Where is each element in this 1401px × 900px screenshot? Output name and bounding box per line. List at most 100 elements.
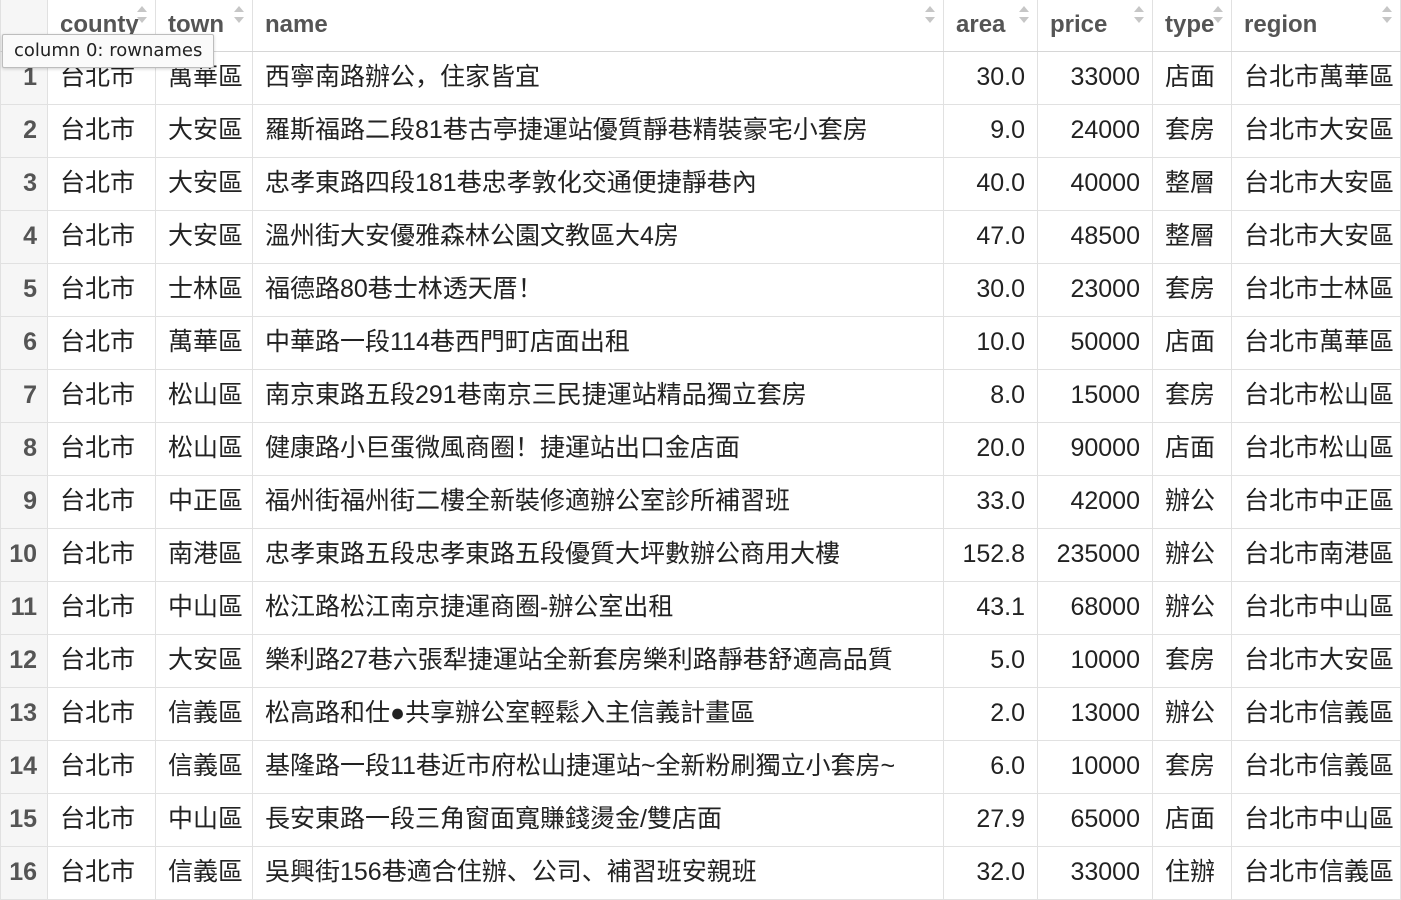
cell-county: 台北市: [47, 262, 156, 317]
cell-type: 住辦: [1152, 845, 1232, 900]
column-header-label: area: [956, 11, 1006, 39]
cell-area: 27.9: [943, 792, 1038, 847]
sort-arrows-icon[interactable]: [234, 6, 244, 23]
cell-type: 辦公: [1152, 527, 1232, 582]
cell-region: 台北市松山區: [1231, 368, 1401, 423]
cell-name: 忠孝東路四段181巷忠孝敦化交通便捷靜巷內: [252, 156, 944, 211]
cell-town: 大安區: [155, 633, 253, 688]
cell-county: 台北市: [47, 368, 156, 423]
cell-area: 30.0: [943, 50, 1038, 105]
cell-price: 42000: [1037, 474, 1153, 529]
table-row: 9 台北市 中正區 福州街福州街二樓全新裝修適辦公室診所補習班 33.0 42000 辦公台…: [0, 474, 1401, 529]
cell-region: 台北市萬華區: [1231, 315, 1401, 370]
column-header-name[interactable]: name: [252, 0, 944, 52]
table-row: 8 台北市 松山區 健康路小巨蛋微風商圈！捷運站出口金店面 20.0 90000 店面 台北市…: [0, 421, 1401, 476]
cell-area: 2.0: [943, 686, 1038, 741]
cell-rowname: 4: [0, 209, 48, 264]
cell-type: 套房: [1152, 103, 1232, 158]
cell-name: 羅斯福路二段81巷古亭捷運站優質靜巷精裝豪宅小套房: [252, 103, 944, 158]
cell-region: 台北市信義區: [1231, 845, 1401, 900]
cell-county: 台北市: [47, 103, 156, 158]
cell-town: 信義區: [155, 739, 253, 794]
cell-county: 台北市: [47, 315, 156, 370]
cell-type: 辦公: [1152, 580, 1232, 635]
cell-name: 福州街福州街二樓全新裝修適辦公室診所補習班: [252, 474, 944, 529]
cell-town: 中正區: [155, 474, 253, 529]
table-row: 11 台北市 中山區 松江路松江南京捷運商圈-辦公室出租 43.1 68000 辦公 台北市中…: [0, 580, 1401, 635]
cell-town: 大安區: [155, 209, 253, 264]
cell-region: 台北市中山區: [1231, 580, 1401, 635]
cell-area: 9.0: [943, 103, 1038, 158]
table-row: 16 台北市 信義區 吳興街156巷適合住辦、公司、補習班安親班 32.0 33000 住辦…: [0, 845, 1401, 900]
cell-price: 50000: [1037, 315, 1153, 370]
data-viewer: county town name area price type region 1 台北市 萬華…: [0, 0, 1401, 900]
sort-arrows-icon[interactable]: [137, 6, 147, 23]
column-header-region[interactable]: region: [1231, 0, 1401, 52]
cell-town: 南港區: [155, 527, 253, 582]
cell-name: 松江路松江南京捷運商圈-辦公室出租: [252, 580, 944, 635]
cell-area: 8.0: [943, 368, 1038, 423]
cell-region: 台北市大安區: [1231, 103, 1401, 158]
column-header-area[interactable]: area: [943, 0, 1038, 52]
sort-arrows-icon[interactable]: [1134, 6, 1144, 23]
cell-area: 152.8: [943, 527, 1038, 582]
cell-county: 台北市: [47, 792, 156, 847]
cell-county: 台北市: [47, 421, 156, 476]
cell-town: 大安區: [155, 103, 253, 158]
cell-name: 忠孝東路五段忠孝東路五段優質大坪數辦公商用大樓: [252, 527, 944, 582]
cell-county: 台北市: [47, 633, 156, 688]
table-row: 14 台北市 信義區 基隆路一段11巷近市府松山捷運站~全新粉刷獨立小套房~ 6.0 10…: [0, 739, 1401, 794]
cell-type: 店面: [1152, 50, 1232, 105]
cell-price: 65000: [1037, 792, 1153, 847]
cell-region: 台北市中正區: [1231, 474, 1401, 529]
cell-type: 辦公: [1152, 474, 1232, 529]
sort-arrows-icon[interactable]: [1019, 6, 1029, 23]
cell-county: 台北市: [47, 845, 156, 900]
sort-arrows-icon[interactable]: [1382, 6, 1392, 23]
cell-rowname: 5: [0, 262, 48, 317]
cell-town: 信義區: [155, 686, 253, 741]
cell-price: 24000: [1037, 103, 1153, 158]
column-tooltip: column 0: rownames: [2, 34, 215, 68]
cell-type: 店面: [1152, 792, 1232, 847]
tooltip-text: column 0: rownames: [14, 40, 203, 61]
cell-area: 32.0: [943, 845, 1038, 900]
cell-town: 松山區: [155, 368, 253, 423]
cell-region: 台北市信義區: [1231, 739, 1401, 794]
column-header-price[interactable]: price: [1037, 0, 1153, 52]
sort-arrows-icon[interactable]: [925, 6, 935, 23]
cell-price: 90000: [1037, 421, 1153, 476]
table-row: 12 台北市 大安區 樂利路27巷六張犁捷運站全新套房樂利路靜巷舒適高品質 5.0 100…: [0, 633, 1401, 688]
cell-name: 樂利路27巷六張犁捷運站全新套房樂利路靜巷舒適高品質: [252, 633, 944, 688]
cell-price: 13000: [1037, 686, 1153, 741]
cell-rowname: 7: [0, 368, 48, 423]
column-header-label: type: [1165, 11, 1215, 39]
cell-type: 套房: [1152, 368, 1232, 423]
sort-arrows-icon[interactable]: [1213, 6, 1223, 23]
cell-price: 68000: [1037, 580, 1153, 635]
cell-region: 台北市大安區: [1231, 156, 1401, 211]
cell-rowname: 14: [0, 739, 48, 794]
table-row: 10 台北市 南港區 忠孝東路五段忠孝東路五段優質大坪數辦公商用大樓 152.8 2350…: [0, 527, 1401, 582]
cell-area: 47.0: [943, 209, 1038, 264]
cell-type: 辦公: [1152, 686, 1232, 741]
cell-name: 長安東路一段三角窗面寬賺錢燙金/雙店面: [252, 792, 944, 847]
cell-rowname: 13: [0, 686, 48, 741]
cell-rowname: 2: [0, 103, 48, 158]
cell-region: 台北市中山區: [1231, 792, 1401, 847]
table-row: 15 台北市 中山區 長安東路一段三角窗面寬賺錢燙金/雙店面 27.9 65000 店面 台北…: [0, 792, 1401, 847]
cell-town: 松山區: [155, 421, 253, 476]
cell-county: 台北市: [47, 209, 156, 264]
cell-price: 10000: [1037, 739, 1153, 794]
column-header-label: region: [1244, 11, 1318, 39]
cell-name: 中華路一段114巷西門町店面出租: [252, 315, 944, 370]
cell-area: 43.1: [943, 580, 1038, 635]
cell-rowname: 3: [0, 156, 48, 211]
column-header-type[interactable]: type: [1152, 0, 1232, 52]
cell-name: 基隆路一段11巷近市府松山捷運站~全新粉刷獨立小套房~: [252, 739, 944, 794]
cell-region: 台北市大安區: [1231, 209, 1401, 264]
table-body: 1 台北市 萬華區 西寧南路辦公，住家皆宜 30.0 33000 店面 台北市萬華區 2 台北市大…: [0, 50, 1401, 900]
cell-type: 套房: [1152, 739, 1232, 794]
data-table: county town name area price type region 1 台北市 萬華…: [0, 0, 1401, 900]
cell-county: 台北市: [47, 739, 156, 794]
